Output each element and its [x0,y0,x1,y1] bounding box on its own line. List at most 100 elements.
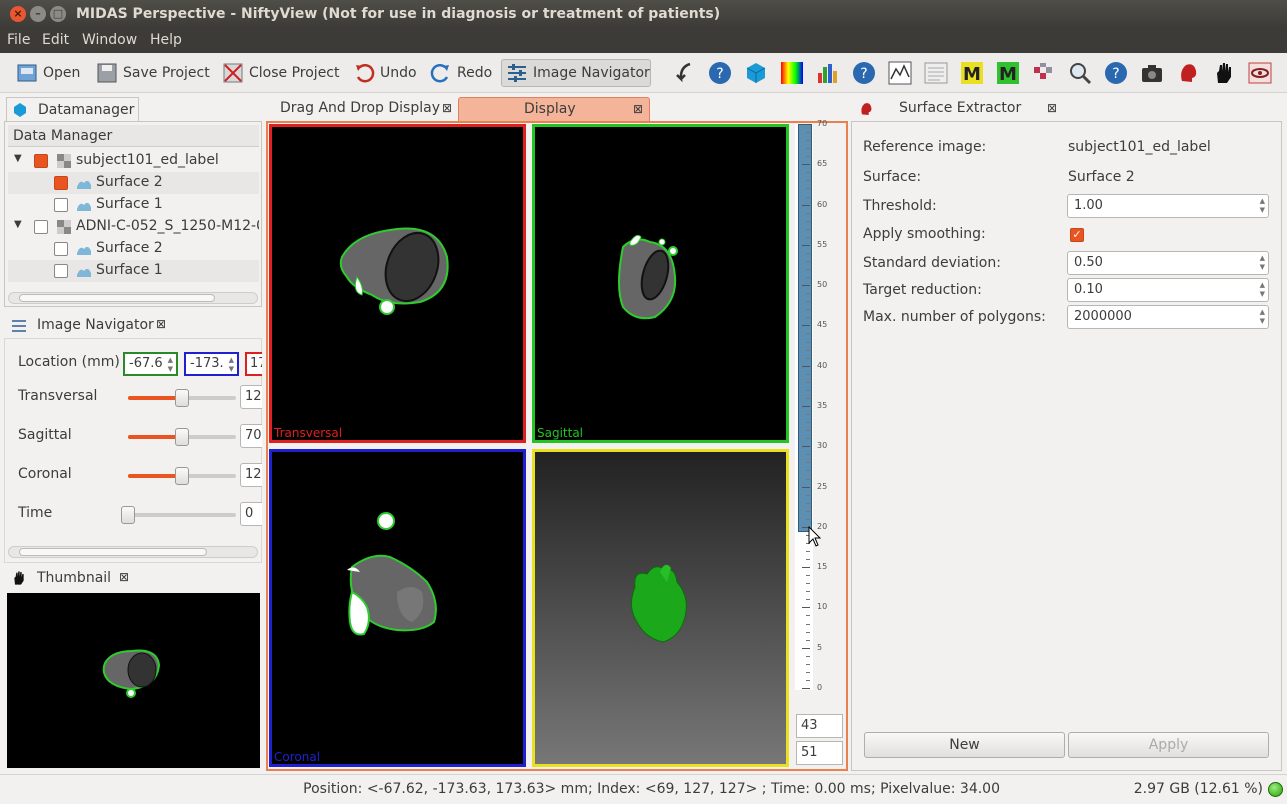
close-icon[interactable]: ⊠ [442,101,452,115]
eye-icon[interactable] [1248,61,1272,85]
tab-image-navigator[interactable]: Image Navigator ⊠ [6,313,172,338]
close-icon[interactable]: ⊠ [156,317,166,331]
apply-button[interactable]: Apply [1068,732,1269,758]
undo-button[interactable]: Undo [353,59,417,87]
ruler-minor-tick [806,518,810,520]
hand-icon[interactable] [1212,61,1236,85]
slider-handle[interactable] [175,467,189,485]
close-icon[interactable]: ⊠ [633,102,643,116]
tree-item[interactable]: ▼ ADNI-C-052_S_1250-M12-0 [8,216,259,238]
max-polygons-spinbox[interactable]: 2000000 ▲ ▼ [1067,305,1269,329]
close-window-icon[interactable]: × [10,6,26,22]
visibility-checkbox[interactable] [34,154,48,168]
tree-item-label: subject101_ed_label [76,152,219,168]
sagittal-view[interactable]: Sagittal [532,124,789,443]
visibility-checkbox[interactable] [54,176,68,190]
slider-value-field[interactable]: 70 [240,424,262,448]
transversal-view[interactable]: Transversal [269,124,526,443]
reference-image-label: Reference image: [863,139,987,155]
ruler-minor-tick [806,172,810,174]
tab-drag-and-drop-display[interactable]: Drag And Drop Display ⊠ [268,97,458,121]
slider-handle[interactable] [175,389,189,407]
ruler-minor-tick [806,148,810,150]
head-icon[interactable] [1176,61,1200,85]
menu-edit[interactable]: Edit [42,32,69,48]
window-value-field[interactable]: 51 [796,741,843,765]
magnifier-icon[interactable] [1068,61,1092,85]
level-window-bar[interactable] [795,124,813,690]
surface-icon [77,180,91,189]
slider-value-field[interactable]: 0 [240,502,262,526]
level-value-field[interactable]: 43 [796,714,843,738]
tree-item[interactable]: Surface 2 [8,172,259,194]
maximize-window-icon[interactable]: □ [50,6,66,22]
segmentation-icon[interactable] [1032,61,1056,85]
threshold-spinbox[interactable]: 1.00 ▲ ▼ [1067,194,1269,218]
help3-icon[interactable]: ? [1104,61,1128,85]
midas-m-yellow-icon[interactable]: M [960,61,984,85]
tab-surface-extractor[interactable]: Surface Extractor ⊠ [853,97,1064,121]
apply-smoothing-checkbox[interactable]: ✓ [1070,228,1084,242]
expand-arrow-icon[interactable]: ▼ [14,153,22,164]
menu-window[interactable]: Window [82,32,137,48]
slider-track[interactable] [128,513,236,517]
open-button[interactable]: Open [16,59,80,87]
3d-render-view[interactable]: 3D [532,449,789,767]
menu-help[interactable]: Help [150,32,182,48]
slider-label: Time [18,505,53,521]
close-project-button[interactable]: Close Project [222,59,340,87]
ruler-minor-tick [806,671,810,673]
close-icon[interactable]: ⊠ [1047,101,1057,115]
coronal-view[interactable]: Coronal [269,449,526,767]
color-map-icon[interactable] [780,61,804,85]
cube-icon[interactable] [744,61,768,85]
midas-m-green-icon[interactable]: M [996,61,1020,85]
slider-handle[interactable] [175,428,189,446]
new-button[interactable]: New [864,732,1065,758]
menu-file[interactable]: File [7,32,30,48]
status-text: Position: <-67.62, -173.63, 173.63> mm; … [303,781,1000,797]
datamanager-hscrollbar[interactable] [8,292,258,304]
undo-label: Undo [380,65,417,81]
visibility-checkbox[interactable] [54,264,68,278]
ruler-minor-tick [806,663,810,665]
image-navigator-button[interactable]: Image Navigator [501,59,651,87]
histogram-icon[interactable] [816,61,840,85]
plot-icon[interactable] [888,61,912,85]
tree-item[interactable]: Surface 1 [8,260,259,282]
help-icon[interactable]: ? [708,61,732,85]
visibility-checkbox[interactable] [54,198,68,212]
location-y-field[interactable]: -173. ▲ ▼ [184,352,239,376]
target-reduction-spinbox[interactable]: 0.10 ▲ ▼ [1067,278,1269,302]
tab-thumbnail[interactable]: Thumbnail ⊠ [6,566,136,590]
standard-deviation-spinbox[interactable]: 0.50 ▲ ▼ [1067,251,1269,275]
slider-value-field[interactable]: 12 [240,385,262,409]
ruler-tick-label: 30 [817,441,828,451]
help2-icon[interactable]: ? [852,61,876,85]
logging-icon[interactable] [924,61,948,85]
ruler-tick-mark [802,567,810,569]
tree-item[interactable]: Surface 2 [8,238,259,260]
ruler-minor-tick [806,188,810,190]
save-project-button[interactable]: Save Project [96,59,210,87]
expand-arrow-icon[interactable]: ▼ [14,219,22,230]
ruler-minor-tick [806,551,810,553]
visibility-checkbox[interactable] [54,242,68,256]
location-z-field[interactable]: 17 [245,352,262,376]
back-arrow-icon[interactable] [672,61,696,85]
ruler-minor-tick [806,478,810,480]
tab-datamanager[interactable]: Datamanager [6,97,139,121]
slider-handle[interactable] [121,506,135,524]
minimize-window-icon[interactable]: – [30,6,46,22]
thumbnail-view[interactable] [7,593,260,768]
tree-item[interactable]: ▼ subject101_ed_label [8,150,259,172]
redo-button[interactable]: Redo [430,59,492,87]
visibility-checkbox[interactable] [34,220,48,234]
tab-display[interactable]: Display ⊠ [458,97,650,121]
location-x-field[interactable]: -67.6 ▲ ▼ [123,352,178,376]
tree-item[interactable]: Surface 1 [8,194,259,216]
close-icon[interactable]: ⊠ [119,570,129,584]
slider-value-field[interactable]: 12 [240,463,262,487]
camera-icon[interactable] [1140,61,1164,85]
navigator-hscrollbar[interactable] [8,546,258,558]
